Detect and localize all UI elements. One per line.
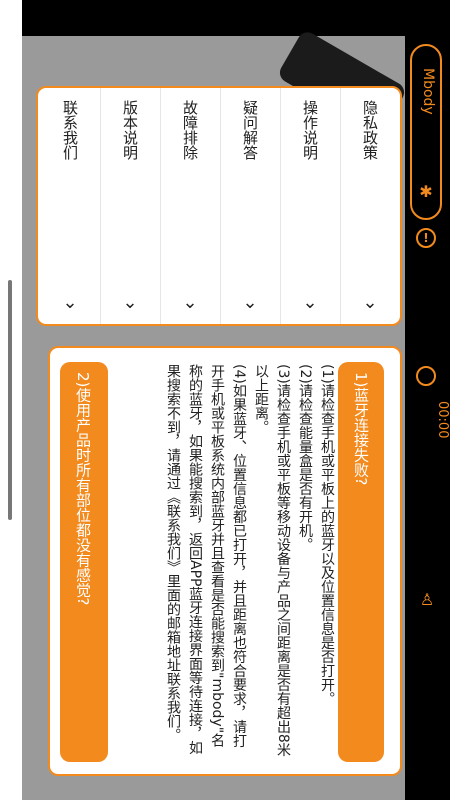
menu-item-instructions[interactable]: 操作说明 ⌄ (280, 88, 340, 324)
bluetooth-icon[interactable]: ✱ (412, 182, 440, 201)
menu-item-version[interactable]: 版本说明 ⌄ (100, 88, 160, 324)
answer-line: (4)如果蓝牙、位置信息都已打开，并且距离也符合要求，请打开手机或平板系统内部蓝… (165, 364, 247, 755)
menu-divider (340, 88, 341, 324)
menu-item-label: 疑问解答 (241, 100, 259, 160)
menu-item-contact[interactable]: 联系我们 ⌄ (40, 88, 100, 324)
menu-item-privacy[interactable]: 隐私政策 ⌄ (340, 88, 400, 324)
faq-card: 1)蓝牙连接失败? (1)请检查手机或平板上的蓝牙以及位置信息是否打开。 (2)… (48, 346, 402, 776)
menu-divider (220, 88, 221, 324)
timer-text: 00:00 (435, 401, 450, 439)
chevron-down-icon: ⌄ (242, 292, 258, 313)
question-title-1: 1)蓝牙连接失败? (352, 372, 370, 486)
menu-item-label: 故障排除 (181, 100, 199, 160)
top-black-bar (22, 0, 405, 36)
menu-item-label: 操作说明 (301, 100, 319, 160)
user-icon[interactable]: ♙ (416, 590, 438, 612)
timer-icon (416, 366, 436, 386)
chevron-down-icon: ⌄ (62, 292, 78, 313)
scroll-handle[interactable] (8, 280, 12, 520)
answer-line: (1)请检查手机或平板上的蓝牙以及位置信息是否打开。 (319, 364, 335, 706)
menu-divider (280, 88, 281, 324)
question-title-2: 2)使用产品时所有部位都没有感觉? (74, 372, 92, 606)
question-header-1[interactable]: 1)蓝牙连接失败? (338, 362, 384, 762)
chevron-down-icon: ⌄ (122, 292, 138, 313)
chevron-down-icon: ⌄ (362, 292, 378, 313)
menu-item-troubleshooting[interactable]: 故障排除 ⌄ (160, 88, 220, 324)
brand-label: Mbody (420, 68, 436, 115)
chevron-down-icon: ⌄ (182, 292, 198, 313)
help-menu: 隐私政策 ⌄ 操作说明 ⌄ 疑问解答 ⌄ 故障排除 ⌄ 版本说明 ⌄ 联系我们 … (36, 86, 402, 326)
chevron-down-icon: ⌄ (302, 292, 318, 313)
menu-divider (160, 88, 161, 324)
answer-line: (2)请检查能量盒是否有开机。 (297, 364, 313, 552)
answer-body-1: (1)请检查手机或平板上的蓝牙以及位置信息是否打开。 (2)请检查能量盒是否有开… (122, 364, 338, 760)
answer-line: (3)请检查手机或平板等移动设备与产品之间距离是否有超出8米以上距离。 (253, 364, 291, 757)
question-header-2[interactable]: 2)使用产品时所有部位都没有感觉? (60, 362, 108, 762)
menu-item-label: 隐私政策 (361, 100, 379, 160)
menu-item-label: 版本说明 (121, 100, 139, 160)
warning-icon[interactable]: ! (416, 228, 436, 248)
menu-item-label: 联系我们 (61, 100, 79, 160)
menu-item-faq[interactable]: 疑问解答 ⌄ (220, 88, 280, 324)
menu-divider (100, 88, 101, 324)
